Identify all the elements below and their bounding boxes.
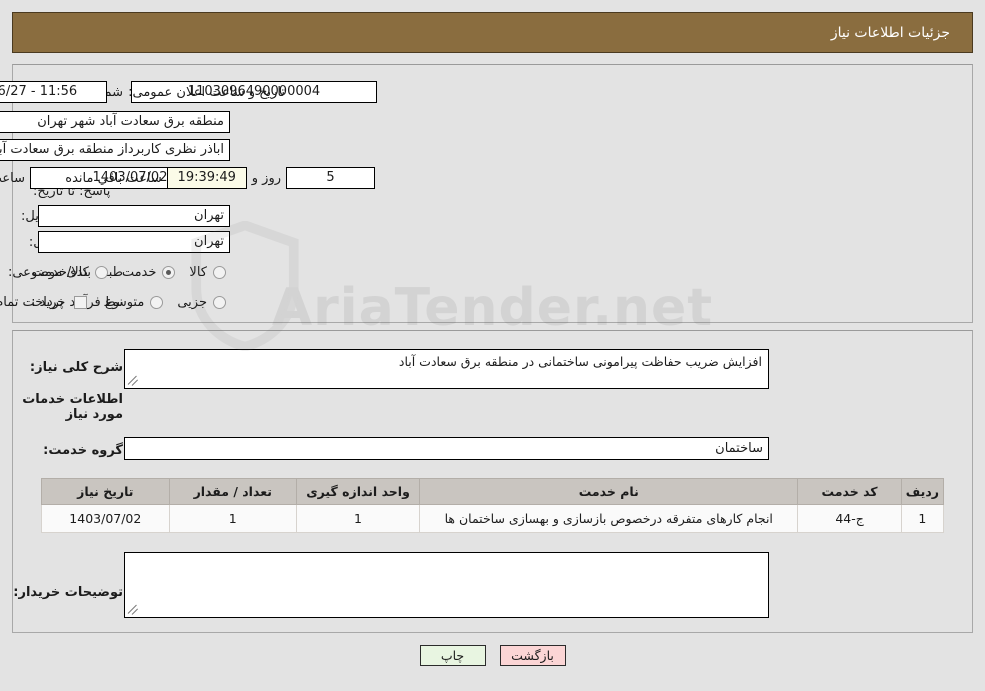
col-date: تاریخ نیاز bbox=[41, 478, 170, 505]
buyer-notes-label: توضیحات خریدار: bbox=[13, 584, 123, 600]
col-quantity: تعداد / مقدار bbox=[168, 478, 297, 505]
table-header-row: ردیف کد خدمت نام خدمت واحد اندازه گیری ت… bbox=[41, 478, 945, 505]
delivery-city-value[interactable]: تهران bbox=[38, 231, 230, 253]
countdown-days: 5 bbox=[286, 167, 375, 189]
buyer-org-value[interactable]: منطقه برق سعادت آباد شهر تهران bbox=[0, 111, 230, 133]
col-code: کد خدمت bbox=[797, 478, 902, 505]
countdown-clock-suffix: ساعت باقي مانده bbox=[65, 170, 162, 186]
table-row[interactable]: 1 ج-44 انجام کارهای متفرقه درخصوص بازساز… bbox=[41, 504, 945, 533]
cell-name: انجام کارهای متفرقه درخصوص بازسازی و بهس… bbox=[419, 504, 799, 533]
delivery-province-value[interactable]: تهران bbox=[38, 205, 230, 227]
radio-process-motevaset[interactable] bbox=[150, 295, 164, 309]
countdown-clock: 19:39:49 bbox=[166, 167, 247, 189]
radio-subject-kala-khedmat-label: کالا/خدمت bbox=[32, 264, 89, 280]
cell-unit: 1 bbox=[295, 504, 421, 533]
service-group-field-row: ساختمان bbox=[124, 436, 769, 460]
print-button[interactable]: چاپ bbox=[419, 645, 486, 666]
general-need-label: شرح کلی نیاز: bbox=[29, 359, 123, 375]
treasury-bond-checkbox[interactable] bbox=[74, 295, 88, 309]
purchase-process-options: جزیی متوسط پرداخت تمام یا بخشی از مبلغ خ… bbox=[0, 290, 230, 314]
countdown-row: 5 روز و 19:39:49 ساعت باقي مانده bbox=[60, 166, 375, 190]
services-heading: اطلاعات خدمات مورد نیاز bbox=[22, 392, 123, 422]
creator-field-row: اباذر نظری کاربرداز منطقه برق سعادت آباد… bbox=[0, 138, 230, 162]
radio-subject-khedmat[interactable] bbox=[162, 265, 176, 279]
treasury-bond-label: پرداخت تمام یا بخشی از مبلغ خرید،از محل … bbox=[0, 294, 64, 310]
buyer-notes-label-row: توضیحات خریدار: bbox=[7, 580, 123, 604]
province-field-row: تهران bbox=[38, 204, 230, 228]
general-need-label-row: شرح کلی نیاز: bbox=[24, 355, 123, 379]
radio-subject-kala-label: کالا bbox=[189, 264, 207, 280]
footer-button-bar: بازگشت چاپ bbox=[0, 645, 985, 666]
general-need-value: افزایش ضریب حفاظت پیرامونی ساختمانی در م… bbox=[398, 354, 762, 369]
radio-subject-kala[interactable] bbox=[213, 265, 226, 279]
service-group-value[interactable]: ساختمان bbox=[124, 436, 769, 460]
general-need-textarea[interactable]: افزایش ضریب حفاظت پیرامونی ساختمانی در م… bbox=[124, 349, 769, 389]
radio-process-motevaset-label: متوسط bbox=[103, 294, 145, 310]
page-root: جزئیات اطلاعات نیاز AriaTender.net شماره… bbox=[0, 0, 985, 691]
radio-process-jozii[interactable] bbox=[213, 295, 226, 309]
resize-grip-icon[interactable] bbox=[127, 603, 140, 615]
service-group-label-row: گروه خدمت: bbox=[37, 438, 123, 462]
page-title-bar: جزئیات اطلاعات نیاز bbox=[12, 12, 973, 53]
services-table: ردیف کد خدمت نام خدمت واحد اندازه گیری ت… bbox=[41, 478, 945, 533]
col-unit: واحد اندازه گیری bbox=[295, 478, 421, 505]
service-group-label: گروه خدمت: bbox=[43, 442, 123, 458]
page-title: جزئیات اطلاعات نیاز bbox=[830, 24, 950, 41]
cell-date: 1403/07/02 bbox=[41, 504, 170, 533]
radio-subject-khedmat-label: خدمت bbox=[121, 264, 157, 280]
cell-code: ج-44 bbox=[797, 504, 902, 533]
col-radif: ردیف bbox=[900, 478, 945, 505]
announce-field-row: 11:56 - 1403/06/27 bbox=[0, 80, 107, 104]
radio-process-jozii-label: جزیی bbox=[177, 294, 207, 310]
resize-grip-icon[interactable] bbox=[127, 374, 140, 386]
cell-quantity: 1 bbox=[168, 504, 297, 533]
subject-category-options: کالا خدمت کالا/خدمت bbox=[22, 260, 230, 284]
countdown-days-suffix: روز و bbox=[251, 170, 281, 186]
request-creator-value[interactable]: اباذر نظری کاربرداز منطقه برق سعادت آباد… bbox=[0, 139, 230, 161]
announce-label: تاریخ و ساعت اعلان عمومی: bbox=[128, 84, 285, 100]
city-field-row: تهران bbox=[38, 230, 230, 254]
cell-radif: 1 bbox=[900, 504, 945, 533]
announce-label-row: تاریخ و ساعت اعلان عمومی: bbox=[122, 80, 285, 104]
col-name: نام خدمت bbox=[419, 478, 799, 505]
buyer-org-field-row: منطقه برق سعادت آباد شهر تهران bbox=[0, 110, 230, 134]
buyer-notes-textarea[interactable] bbox=[124, 552, 769, 618]
radio-subject-kala-khedmat[interactable] bbox=[94, 265, 108, 279]
announce-value[interactable]: 11:56 - 1403/06/27 bbox=[0, 81, 107, 103]
back-button[interactable]: بازگشت bbox=[499, 645, 566, 666]
deadline-time-label: ساعت bbox=[0, 170, 25, 186]
